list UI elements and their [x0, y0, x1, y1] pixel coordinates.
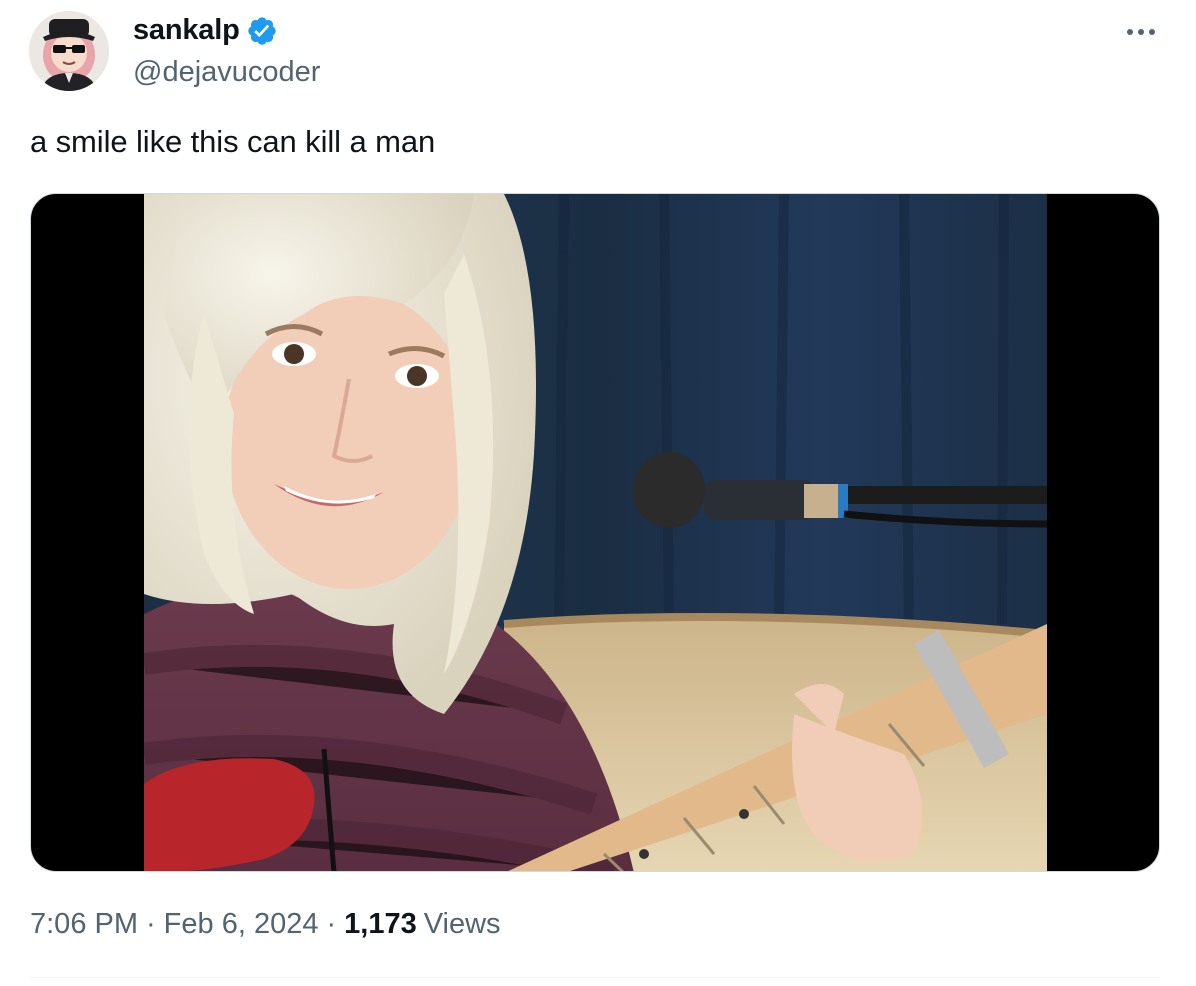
- tweet-time-link[interactable]: 7:06 PM: [30, 908, 138, 941]
- tweet-meta: 7:06 PM · Feb 6, 2024 · 1,173 Views: [30, 908, 501, 941]
- views-label: Views: [423, 908, 501, 940]
- more-options-button[interactable]: [1121, 14, 1161, 50]
- more-horizontal-icon: [1127, 29, 1155, 35]
- tweet-date-link[interactable]: Feb 6, 2024: [164, 908, 319, 941]
- avatar[interactable]: [29, 11, 109, 91]
- video-frame-image: [144, 194, 1047, 871]
- display-name[interactable]: sankalp: [133, 14, 240, 47]
- views-count: 1,173: [344, 908, 417, 940]
- tweet-text: a smile like this can kill a man: [30, 124, 436, 159]
- avatar-image: [29, 11, 109, 91]
- divider: [30, 977, 1160, 978]
- handle[interactable]: @dejavucoder: [133, 56, 320, 89]
- verified-badge-icon[interactable]: [246, 15, 278, 47]
- author-name-row[interactable]: sankalp: [133, 14, 278, 47]
- tweet: sankalp @dejavucoder a smile like this c…: [0, 0, 1196, 986]
- separator: ·: [326, 908, 337, 940]
- media-video[interactable]: [30, 193, 1160, 872]
- separator: ·: [146, 908, 156, 940]
